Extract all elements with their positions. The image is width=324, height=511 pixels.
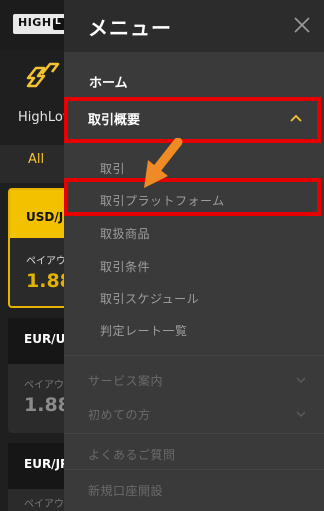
menu-item-home[interactable]: ホーム (89, 72, 128, 91)
submenu-item-conditions[interactable]: 取引条件 (100, 258, 150, 275)
divider (64, 469, 324, 470)
drawer-title: メニュー (88, 16, 172, 40)
card-pair: USD/J (26, 210, 64, 224)
menu-drawer: メニュー ホーム 取引概要 取引 取引プラットフォーム 取扱商品 取引条件 取引… (64, 0, 324, 511)
chevron-down-icon (296, 377, 306, 384)
submenu-item-products[interactable]: 取扱商品 (100, 225, 150, 242)
menu-item-open-account[interactable]: 新規口座開設 (88, 482, 163, 499)
divider (64, 433, 324, 434)
menu-item-faq[interactable]: よくあるご質問 (88, 446, 176, 463)
logo-text: HIGH (18, 16, 52, 29)
card-pair: EUR/JP (24, 457, 69, 471)
arrow-annotation-icon (144, 138, 183, 188)
chevron-down-icon (296, 411, 306, 418)
highlow-brand-icon (26, 62, 60, 88)
tab-all[interactable]: All (28, 152, 44, 167)
card-payout-label: ペイアウ (26, 256, 66, 267)
divider (64, 355, 324, 356)
card-payout-label: ペイアウ (24, 499, 64, 510)
close-icon[interactable] (292, 15, 312, 35)
highlight-box-overview (64, 97, 321, 143)
submenu-item-trading[interactable]: 取引 (100, 160, 125, 177)
submenu-item-rate-list[interactable]: 判定レート一覧 (100, 322, 188, 339)
menu-item-first-time[interactable]: 初めての方 (88, 406, 151, 423)
logo[interactable]: HIGH L (13, 14, 69, 34)
card-payout-label: ペイアウ (24, 380, 64, 391)
menu-item-services[interactable]: サービス案内 (88, 372, 163, 389)
drawer-header: メニュー (64, 0, 324, 52)
submenu-item-schedule[interactable]: 取引スケジュール (100, 290, 199, 307)
highlight-box-platform (64, 178, 321, 216)
